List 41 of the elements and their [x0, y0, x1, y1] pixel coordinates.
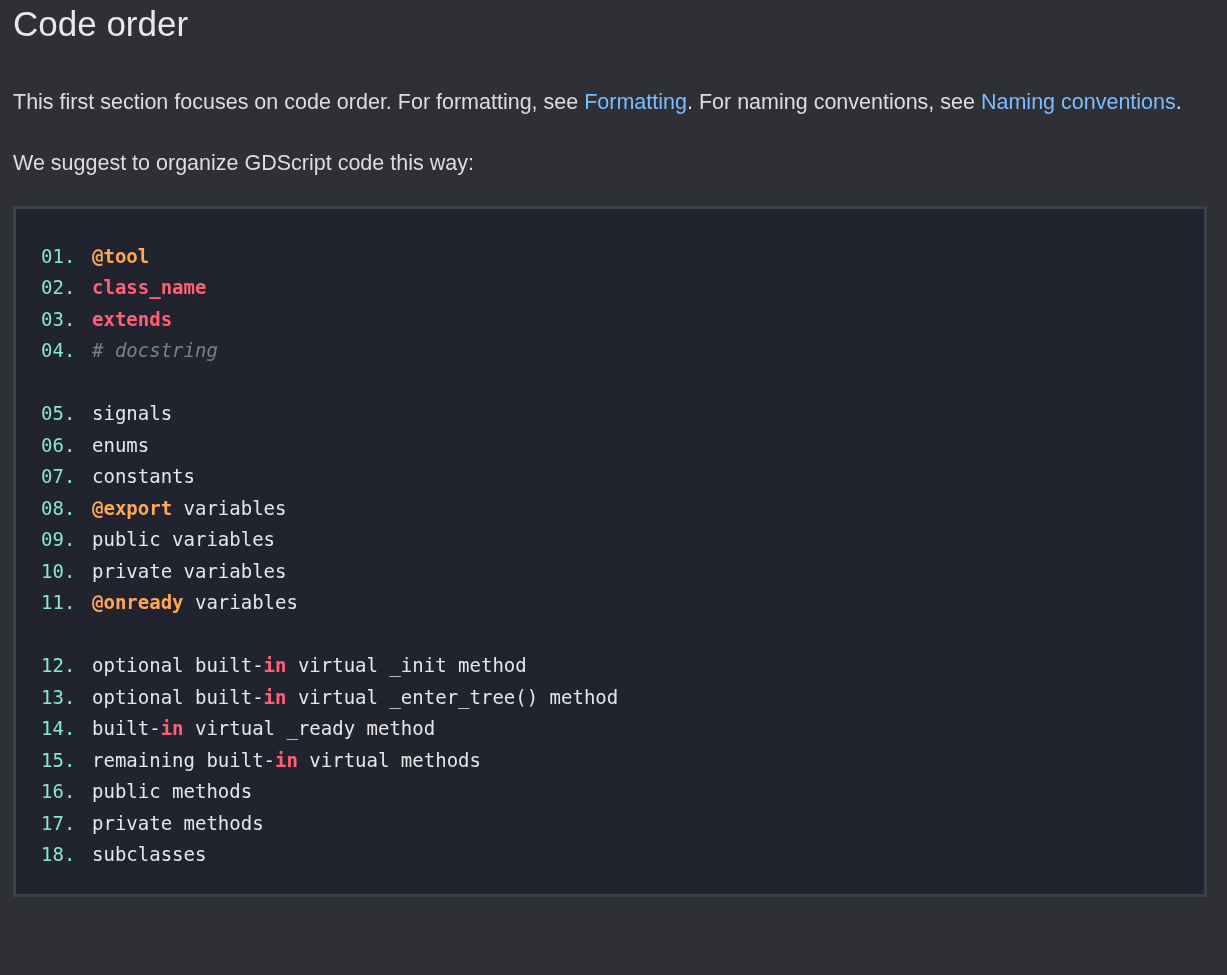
- code-line: private methods: [92, 811, 264, 834]
- line-number: 11.: [41, 591, 77, 614]
- code-line: constants: [92, 465, 195, 488]
- code-line: class_name: [92, 276, 207, 299]
- code-line: extends: [92, 307, 173, 330]
- code-line: enums: [92, 433, 150, 456]
- code-line: remaining built-in virtual methods: [92, 748, 481, 771]
- code-line: public variables: [92, 528, 276, 551]
- line-number: 12.: [41, 654, 77, 677]
- line-number: 05.: [41, 402, 77, 425]
- paragraph: We suggest to organize GDScript code this way:: [13, 150, 475, 177]
- code-line: @export variables: [92, 496, 287, 519]
- paragraph: This first section focuses on code order. For formatting, see Formatting. For naming conventions, see Naming conventions.: [13, 89, 1183, 116]
- code-line: @tool: [92, 244, 150, 267]
- line-number: 18.: [41, 843, 77, 866]
- code-line: optional built-in virtual _enter_tree() method: [92, 685, 619, 708]
- line-number: 08.: [41, 496, 77, 519]
- code-line: # docstring: [92, 339, 218, 362]
- line-number: 15.: [41, 748, 77, 771]
- line-number: 17.: [41, 811, 77, 834]
- code-line: optional built-in virtual _init method: [92, 654, 527, 677]
- line-number: 14.: [41, 717, 77, 740]
- line-number: 04.: [41, 339, 77, 362]
- line-number: 03.: [41, 307, 77, 330]
- page-heading: Code order: [13, 3, 190, 45]
- line-number: 06.: [41, 433, 77, 456]
- code-line: public methods: [92, 780, 253, 803]
- code-line: signals: [92, 402, 173, 425]
- code-line: built-in virtual _ready method: [92, 717, 436, 740]
- line-number: 09.: [41, 528, 77, 551]
- doc-link[interactable]: Formatting: [584, 90, 687, 114]
- doc-link[interactable]: Naming conventions: [980, 90, 1176, 114]
- line-number: 13.: [41, 685, 77, 708]
- line-number: 02.: [41, 276, 77, 299]
- code-line: @onready variables: [92, 591, 298, 614]
- line-number: 07.: [41, 465, 77, 488]
- code-line: subclasses: [92, 843, 207, 866]
- line-number: 16.: [41, 780, 77, 803]
- line-number: 10.: [41, 559, 77, 582]
- line-number: 01.: [41, 244, 77, 267]
- code-line: private variables: [92, 559, 287, 582]
